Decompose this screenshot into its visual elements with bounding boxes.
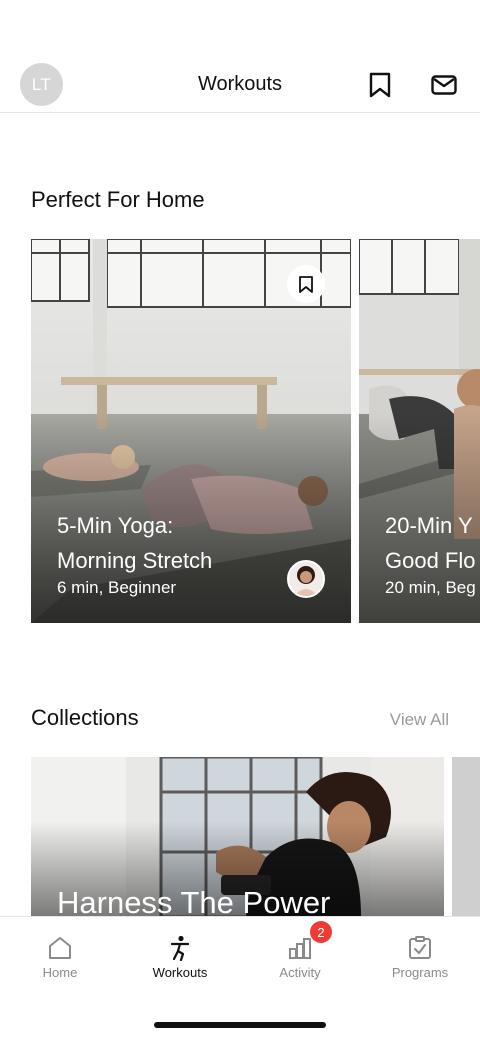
tab-home[interactable]: Home	[0, 935, 120, 980]
collection-card[interactable]: Harness The Power	[31, 757, 444, 917]
tab-workouts-label: Workouts	[152, 965, 208, 980]
view-all-link[interactable]: View All	[390, 710, 449, 730]
tab-bar: Home Workouts Activity 2 Programs	[0, 916, 480, 1039]
page-title: Workouts	[197, 73, 283, 95]
workout-card-title: 20-Min Y Good Flo	[385, 513, 476, 573]
home-icon	[49, 937, 71, 959]
collection-card-title: Harness The Power	[57, 885, 331, 917]
activity-icon	[289, 938, 311, 959]
programs-icon	[409, 936, 431, 959]
workout-card-subtitle: 6 min, Beginner	[57, 578, 177, 597]
home-indicator	[154, 1022, 326, 1028]
bookmark-icon[interactable]	[365, 70, 395, 100]
section-title-perfect-for-home: Perfect For Home	[31, 187, 205, 212]
tab-activity-label: Activity	[279, 965, 321, 980]
top-bar: LT Workouts	[0, 0, 480, 113]
collection-card[interactable]	[452, 757, 480, 917]
workouts-icon	[170, 935, 190, 961]
workout-card[interactable]: 20-Min Y Good Flo 20 min, Beg	[359, 239, 480, 623]
tab-programs-label: Programs	[391, 965, 449, 980]
trainer-avatar	[287, 560, 325, 598]
section-title-collections: Collections	[31, 705, 139, 730]
save-workout-button[interactable]	[287, 265, 325, 303]
tab-programs[interactable]: Programs	[360, 935, 480, 980]
tab-home-label: Home	[42, 965, 78, 980]
tab-activity[interactable]: Activity 2	[240, 921, 360, 980]
notification-badge: 2	[310, 921, 332, 943]
workout-card-subtitle: 20 min, Beg	[385, 578, 476, 597]
tab-workouts[interactable]: Workouts	[120, 935, 240, 980]
mail-icon[interactable]	[429, 70, 459, 100]
workout-card-title: 5-Min Yoga: Morning Stretch	[57, 513, 213, 573]
